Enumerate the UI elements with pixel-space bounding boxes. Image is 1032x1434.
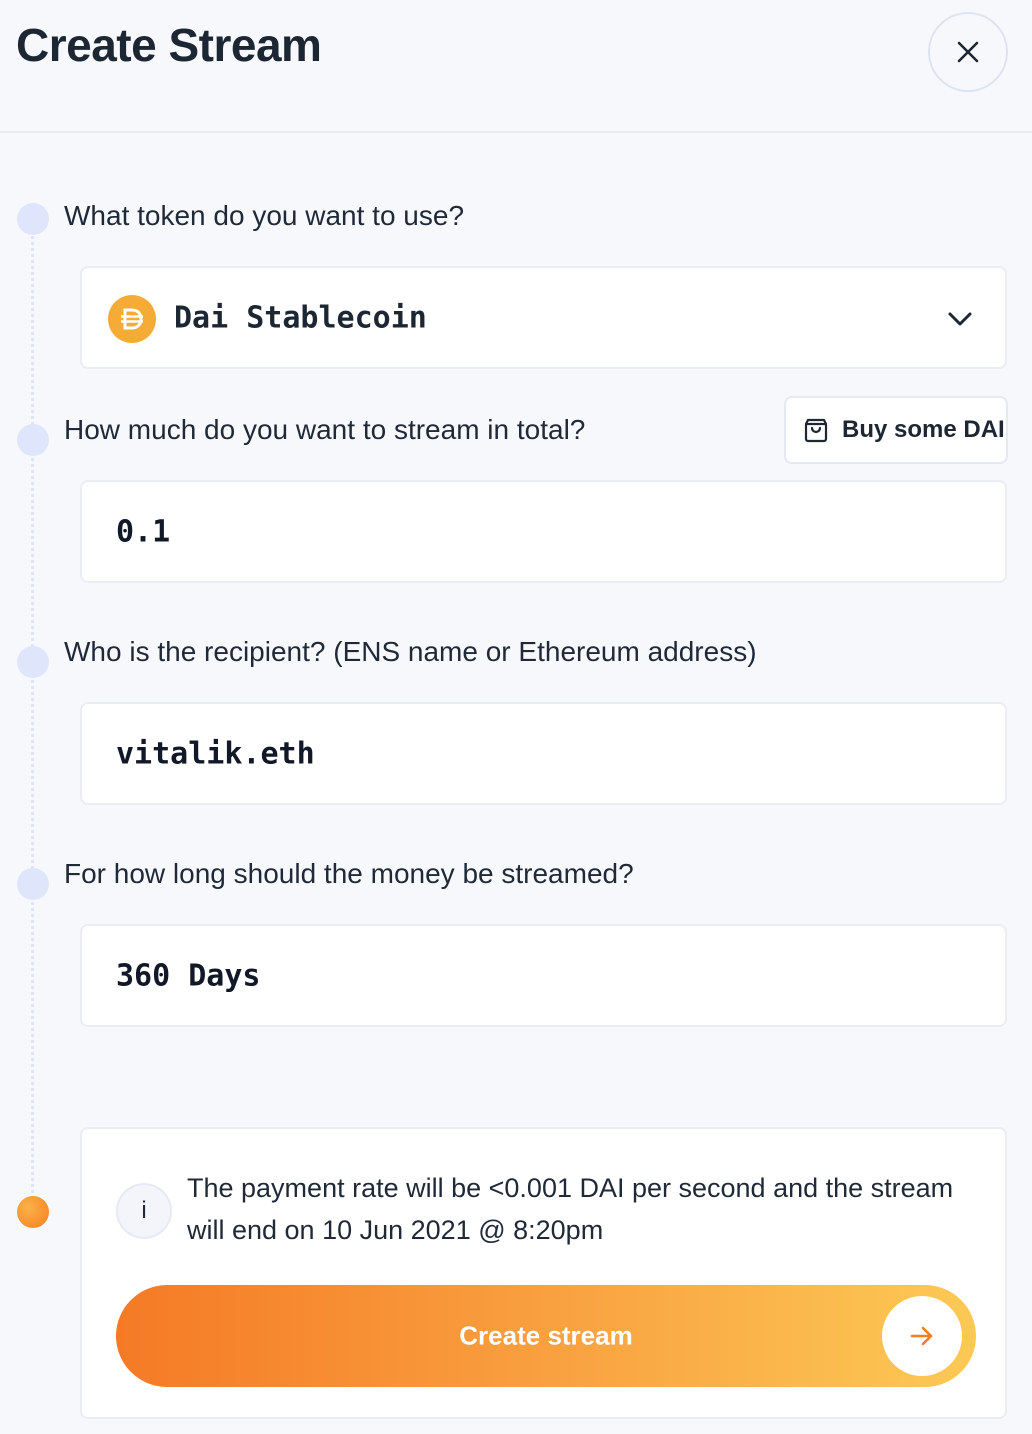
token-name: Dai Stablecoin: [174, 300, 427, 335]
step-dot-recipient: [17, 646, 49, 678]
step-dot-final: [17, 1196, 49, 1228]
token-select[interactable]: Dai Stablecoin: [80, 266, 1007, 369]
duration-value: 360 Days: [116, 958, 261, 993]
arrow-right-icon: [882, 1296, 962, 1376]
close-button[interactable]: [928, 12, 1008, 92]
amount-input[interactable]: 0.1: [80, 480, 1007, 583]
recipient-input[interactable]: vitalik.eth: [80, 702, 1007, 805]
buy-dai-button[interactable]: Buy some DAI: [784, 396, 1008, 464]
shopping-bag-icon: [804, 418, 828, 443]
summary-text: The payment rate will be <0.001 DAI per …: [187, 1173, 954, 1245]
duration-question: For how long should the money be streame…: [64, 858, 634, 889]
step-dot-token: [17, 203, 49, 235]
amount-question: How much do you want to stream in total?: [64, 414, 586, 445]
buy-dai-label: Buy some DAI: [842, 416, 1005, 443]
amount-value: 0.1: [116, 514, 171, 549]
recipient-value: vitalik.eth: [116, 736, 315, 771]
header: Create Stream: [0, 0, 1032, 133]
info-icon: i: [116, 1183, 172, 1239]
token-question: What token do you want to use?: [64, 200, 465, 231]
close-icon: [957, 41, 979, 63]
dai-icon: [108, 295, 156, 343]
step-dot-duration: [17, 868, 49, 900]
timeline-line: [31, 225, 34, 1205]
duration-input[interactable]: 360 Days: [80, 924, 1007, 1027]
step-dot-amount: [17, 424, 49, 456]
recipient-question: Who is the recipient? (ENS name or Ether…: [64, 636, 757, 667]
create-stream-button[interactable]: Create stream: [116, 1285, 976, 1387]
chevron-down-icon: [948, 312, 972, 326]
create-stream-label: Create stream: [459, 1320, 633, 1351]
page-title: Create Stream: [16, 19, 322, 71]
summary-card: i The payment rate will be <0.001 DAI pe…: [80, 1127, 1007, 1419]
